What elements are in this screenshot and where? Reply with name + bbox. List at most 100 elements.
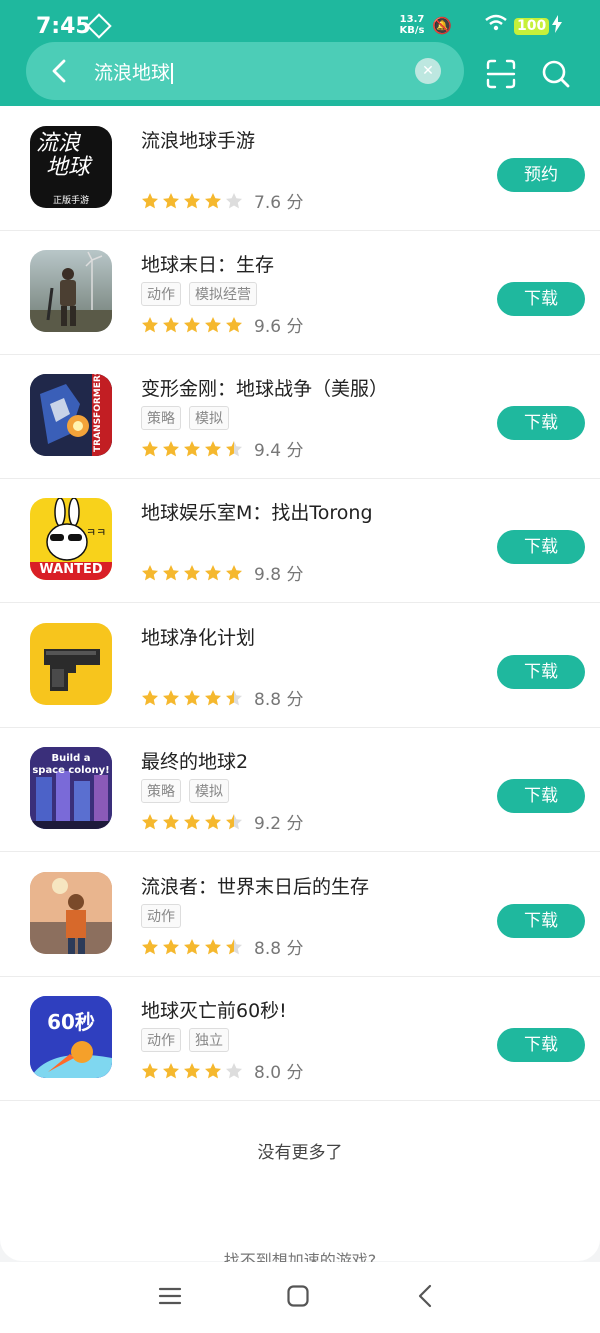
genre-tag: 动作 xyxy=(141,1028,181,1052)
star-full-icon xyxy=(184,564,200,580)
star-full-icon xyxy=(163,440,179,456)
star-full-icon xyxy=(142,192,158,208)
star-full-icon xyxy=(205,938,221,954)
score-text: 8.8 分 xyxy=(254,690,304,710)
back-nav-icon[interactable] xyxy=(414,1284,438,1308)
star-full-icon xyxy=(142,689,158,705)
home-icon[interactable] xyxy=(286,1284,310,1308)
genre-tag: 模拟 xyxy=(189,406,229,430)
wifi-icon xyxy=(485,14,507,31)
game-title: 流浪地球手游 xyxy=(141,130,256,152)
icon-lettering-line: space colony! xyxy=(32,765,110,776)
network-speed-value: 13.7 xyxy=(399,14,425,25)
star-full-icon xyxy=(163,689,179,705)
icon-brand-text: TRANSFORMERS xyxy=(93,374,103,452)
star-full-icon xyxy=(163,1062,179,1078)
star-full-icon xyxy=(142,440,158,456)
search-bar[interactable]: 流浪地球 ✕ xyxy=(26,42,464,100)
text-caret xyxy=(171,63,173,84)
star-full-icon xyxy=(184,440,200,456)
results-list: 流浪 地球 正版手游 流浪地球手游 7.6 分 预约 地球末日：生存 动作 模拟经… xyxy=(0,106,600,1261)
icon-laugh-text: ㅋㅋ xyxy=(86,526,107,539)
star-full-icon xyxy=(205,689,221,705)
star-empty-icon xyxy=(226,1062,242,1078)
tag-list: 动作 独立 xyxy=(141,1028,237,1052)
list-item[interactable]: 60秒 地球灭亡前60秒! 动作 独立 8.0 分 下载 xyxy=(0,976,600,1101)
game-icon: ㅋㅋ WANTED xyxy=(30,498,112,580)
star-full-icon xyxy=(163,316,179,332)
status-time: 7:45 xyxy=(36,14,91,39)
list-item[interactable]: 流浪者：世界末日后的生存 动作 8.8 分 下载 xyxy=(0,852,600,977)
star-full-icon xyxy=(205,316,221,332)
star-half-icon xyxy=(226,938,242,954)
genre-tag: 模拟 xyxy=(189,779,229,803)
score-text: 8.8 分 xyxy=(254,939,304,959)
download-button[interactable]: 下载 xyxy=(497,1028,585,1062)
top-bar: 7:45 13.7 KB/s 🔕 100 流浪地球 ✕ xyxy=(0,0,600,106)
icon-lettering: 流浪 地球 xyxy=(36,132,90,180)
reserve-button[interactable]: 预约 xyxy=(497,158,585,192)
list-item[interactable]: 流浪 地球 正版手游 流浪地球手游 7.6 分 预约 xyxy=(0,106,600,231)
wanderer-figure xyxy=(30,872,112,954)
icon-lettering: Build a space colony! xyxy=(30,753,112,777)
download-button[interactable]: 下载 xyxy=(497,530,585,564)
rating: 9.8 分 xyxy=(141,560,304,585)
game-icon: 流浪 地球 正版手游 xyxy=(30,126,112,208)
score-text: 8.0 分 xyxy=(254,1063,304,1083)
tag-list: 动作 xyxy=(141,904,189,928)
star-full-icon xyxy=(142,813,158,829)
score-text: 9.4 分 xyxy=(254,441,304,461)
clear-search-button[interactable]: ✕ xyxy=(415,58,441,84)
genre-tag: 策略 xyxy=(141,779,181,803)
menu-icon[interactable] xyxy=(158,1284,182,1308)
genre-tag: 动作 xyxy=(141,282,181,306)
star-half-icon xyxy=(226,813,242,829)
game-title: 地球末日：生存 xyxy=(141,254,275,276)
genre-tag: 动作 xyxy=(141,904,181,928)
search-input[interactable]: 流浪地球 xyxy=(94,58,173,85)
rating: 9.4 分 xyxy=(141,436,304,461)
download-button[interactable]: 下载 xyxy=(497,779,585,813)
list-item[interactable]: 地球末日：生存 动作 模拟经营 9.6 分 下载 xyxy=(0,230,600,355)
download-button[interactable]: 下载 xyxy=(497,904,585,938)
tag-list: 策略 模拟 xyxy=(141,406,237,430)
star-full-icon xyxy=(184,1062,200,1078)
download-button[interactable]: 下载 xyxy=(497,655,585,689)
score-text: 9.6 分 xyxy=(254,317,304,337)
score-text: 9.2 分 xyxy=(254,814,304,834)
back-icon[interactable] xyxy=(46,57,74,85)
list-item[interactable]: TRANSFORMERS 变形金刚：地球战争（美服） 策略 模拟 9.4 分 下载 xyxy=(0,354,600,479)
score-text: 9.8 分 xyxy=(254,565,304,585)
network-speed-unit: KB/s xyxy=(399,25,425,36)
icon-lettering-line: Build a xyxy=(51,753,91,764)
star-full-icon xyxy=(142,938,158,954)
game-title: 地球娱乐室M：找出Torong xyxy=(141,502,373,524)
list-item[interactable]: Build a space colony! 最终的地球2 策略 模拟 9.2 分 … xyxy=(0,727,600,852)
rating: 8.0 分 xyxy=(141,1058,304,1083)
star-full-icon xyxy=(184,192,200,208)
search-icon[interactable] xyxy=(540,58,572,90)
star-full-icon xyxy=(205,564,221,580)
star-full-icon xyxy=(205,440,221,456)
star-full-icon xyxy=(163,813,179,829)
list-item[interactable]: 地球净化计划 8.8 分 下载 xyxy=(0,603,600,728)
star-full-icon xyxy=(163,564,179,580)
rating: 8.8 分 xyxy=(141,934,304,959)
game-title: 最终的地球2 xyxy=(141,751,249,773)
game-title: 变形金刚：地球战争（美服） xyxy=(141,378,389,400)
download-button[interactable]: 下载 xyxy=(497,406,585,440)
tag-list: 策略 模拟 xyxy=(141,779,237,803)
scan-icon[interactable] xyxy=(486,59,516,89)
star-full-icon xyxy=(184,316,200,332)
list-item[interactable]: ㅋㅋ WANTED 地球娱乐室M：找出Torong 9.8 分 下载 xyxy=(0,478,600,603)
mute-bell-icon: 🔕 xyxy=(432,16,452,35)
star-full-icon xyxy=(184,938,200,954)
search-query: 流浪地球 xyxy=(94,62,171,84)
icon-wanted-text: WANTED xyxy=(39,562,103,577)
genre-tag: 模拟经营 xyxy=(189,282,257,306)
score-text: 7.6 分 xyxy=(254,193,304,213)
download-button[interactable]: 下载 xyxy=(497,282,585,316)
star-full-icon xyxy=(142,564,158,580)
battery-level: 100 xyxy=(514,18,550,35)
network-speed: 13.7 KB/s xyxy=(396,14,428,36)
